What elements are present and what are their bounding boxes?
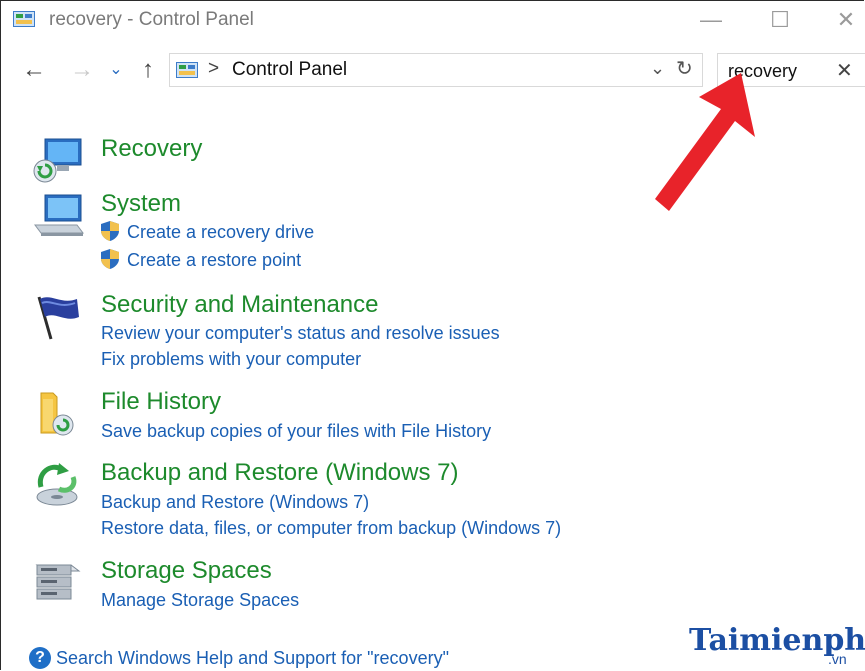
maximize-button[interactable]: ☐ — [764, 7, 796, 33]
system-icon — [34, 194, 84, 236]
help-icon: ? — [29, 647, 51, 669]
window-title: recovery - Control Panel — [49, 9, 254, 30]
result-title-backup-restore[interactable]: Backup and Restore (Windows 7) — [101, 459, 459, 487]
clear-search-button[interactable]: ✕ — [836, 58, 853, 83]
flag-icon — [37, 296, 79, 340]
annotation-arrow — [655, 73, 755, 211]
breadcrumb-separator: > — [208, 58, 220, 79]
link-fix-problems[interactable]: Fix problems with your computer — [101, 349, 361, 370]
file-history-icon — [40, 392, 74, 436]
minimize-button[interactable]: — — [695, 7, 727, 33]
recovery-icon — [33, 138, 82, 183]
control-panel-icon — [13, 11, 35, 27]
title-bar: recovery - Control Panel — ☐ ✕ — [1, 1, 865, 41]
breadcrumb-control-panel[interactable]: Control Panel — [232, 59, 347, 81]
uac-shield-icon — [101, 221, 119, 241]
link-create-recovery-drive[interactable]: Create a recovery drive — [127, 222, 314, 243]
address-bar[interactable]: > Control Panel ⌄ ↻ — [169, 53, 703, 87]
backup-icon — [36, 463, 78, 506]
result-title-system[interactable]: System — [101, 190, 181, 218]
forward-button[interactable]: → — [67, 55, 97, 85]
link-restore-data[interactable]: Restore data, files, or computer from ba… — [101, 518, 561, 539]
result-title-recovery[interactable]: Recovery — [101, 135, 202, 163]
back-button[interactable]: ← — [19, 55, 49, 85]
result-title-security-maintenance[interactable]: Security and Maintenance — [101, 291, 379, 319]
uac-shield-icon — [101, 249, 119, 269]
link-save-backup-copies[interactable]: Save backup copies of your files with Fi… — [101, 421, 491, 442]
control-panel-window: recovery - Control Panel — ☐ ✕ ← → ⌄ ↑ >… — [0, 0, 865, 670]
link-manage-storage-spaces[interactable]: Manage Storage Spaces — [101, 590, 299, 611]
link-review-status[interactable]: Review your computer's status and resolv… — [101, 323, 500, 344]
control-panel-icon — [176, 62, 198, 78]
search-help-link[interactable]: Search Windows Help and Support for "rec… — [56, 648, 449, 669]
result-title-storage-spaces[interactable]: Storage Spaces — [101, 557, 272, 585]
watermark-domain: .vn — [828, 651, 847, 667]
storage-icon — [35, 564, 81, 600]
link-backup-restore[interactable]: Backup and Restore (Windows 7) — [101, 492, 369, 513]
close-button[interactable]: ✕ — [830, 7, 862, 33]
result-title-file-history[interactable]: File History — [101, 388, 221, 416]
recent-locations-button[interactable]: ⌄ — [105, 55, 127, 85]
link-create-restore-point[interactable]: Create a restore point — [127, 250, 301, 271]
up-button[interactable]: ↑ — [133, 55, 163, 85]
